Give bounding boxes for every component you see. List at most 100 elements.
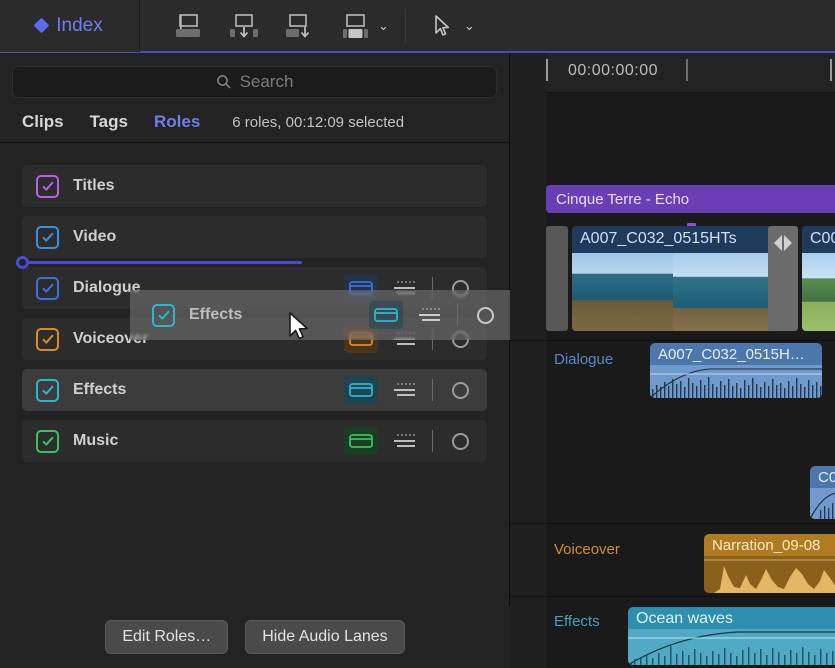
role-controls-music [344, 427, 475, 455]
roles-status-text: 6 roles, 00:12:09 selected [232, 114, 404, 131]
audio-waveform [650, 365, 822, 398]
timeline-area: 00:00:00:00 Cinque Terre - Echo A007_C03… [510, 53, 835, 668]
subroles-icon[interactable] [386, 376, 426, 404]
role-checkbox-effects[interactable] [36, 379, 59, 402]
chevron-down-icon-tool[interactable]: ⌄ [464, 18, 475, 34]
role-label-video: Video [73, 228, 116, 246]
index-label: Index [56, 15, 102, 37]
drop-indicator-line [22, 261, 302, 264]
title-clip-label: Cinque Terre - Echo [556, 191, 689, 208]
timeline-clip-effects[interactable]: Ocean waves [628, 607, 835, 665]
index-footer: Edit Roles… Hide Audio Lanes [0, 606, 510, 668]
ruler-tick [830, 59, 832, 81]
timeline-index-button[interactable]: Index [0, 0, 140, 52]
timeline-video-clip-2[interactable]: C00 [802, 226, 835, 331]
arrow-select-tool-icon[interactable] [422, 7, 462, 45]
role-checkbox-titles[interactable] [36, 175, 59, 198]
role-row-music[interactable]: Music [22, 420, 487, 462]
video-clip-2-label: C00 [802, 226, 835, 248]
ruler-tick [546, 59, 548, 81]
role-drag-ghost: Effects [130, 290, 510, 340]
mouse-cursor [288, 312, 314, 346]
video-clip-left-handle[interactable] [546, 226, 568, 331]
thumbnail [673, 253, 774, 331]
timeline-clip-dialogue-2[interactable]: C0 [810, 466, 835, 519]
diamond-icon [34, 18, 50, 34]
controls-divider [432, 379, 433, 401]
solo-circle-icon[interactable] [445, 376, 475, 404]
audio-lane-icon[interactable] [344, 376, 378, 404]
search-icon [216, 74, 232, 90]
edit-roles-button[interactable]: Edit Roles… [105, 620, 228, 654]
timeline-clip-voiceover[interactable]: Narration_09-08 [704, 534, 835, 593]
search-placeholder: Search [240, 72, 294, 92]
audio-waveform [628, 629, 835, 665]
role-label-titles: Titles [73, 177, 115, 195]
clip-appearance-down-medium-icon[interactable] [280, 7, 320, 45]
ruler-tick [686, 59, 688, 81]
lane-label-voiceover: Voiceover [554, 541, 620, 558]
search-input[interactable]: Search [12, 66, 497, 98]
video-thumbnails [802, 253, 835, 331]
lane-label-dialogue: Dialogue [554, 351, 613, 368]
lane-label-effects: Effects [554, 613, 600, 630]
timeline-clip-dialogue-1[interactable]: A007_C032_0515H… [650, 343, 822, 398]
role-controls-effects [344, 376, 475, 404]
index-tabs: Clips Tags Roles 6 roles, 00:12:09 selec… [0, 106, 509, 143]
clip-appearance-flag-icon[interactable] [168, 7, 208, 45]
effects-clip-label: Ocean waves [628, 607, 835, 628]
role-checkbox-music[interactable] [36, 430, 59, 453]
thumbnail [572, 253, 673, 331]
role-row-effects[interactable]: Effects [22, 369, 487, 411]
clip-appearance-popup-button[interactable]: ⌄ [336, 7, 389, 45]
dialogue-clip-2-label: C0 [810, 466, 835, 486]
video-clip-1-label: A007_C032_0515HTs [572, 226, 774, 248]
subroles-icon [411, 301, 451, 329]
timeline-video-clip-1[interactable]: A007_C032_0515HTs [572, 226, 774, 331]
lane-divider [510, 523, 835, 524]
timecode-display: 00:00:00:00 [568, 62, 658, 80]
toolbar-icon-group: ⌄ ⌄ [168, 7, 475, 45]
timeline-left-gutter [510, 53, 546, 668]
clip-appearance-down-small-icon[interactable] [224, 7, 264, 45]
role-checkbox-voiceover[interactable] [36, 328, 59, 351]
timeline-toolbar: Index [0, 0, 835, 53]
thumbnail [802, 253, 835, 331]
audio-lane-icon [369, 301, 403, 329]
lane-divider [510, 340, 835, 341]
timeline-title-clip[interactable]: Cinque Terre - Echo [546, 185, 835, 213]
drop-indicator-knob [16, 256, 29, 269]
controls-divider [432, 430, 433, 452]
cross-dissolve-icon[interactable] [768, 226, 798, 331]
chevron-down-icon[interactable]: ⌄ [378, 18, 389, 34]
video-thumbnails [572, 253, 774, 331]
hide-audio-lanes-button[interactable]: Hide Audio Lanes [245, 620, 404, 654]
tool-popup-button[interactable]: ⌄ [422, 7, 475, 45]
role-row-titles[interactable]: Titles [22, 165, 487, 207]
audio-lane-icon[interactable] [344, 427, 378, 455]
role-checkbox-video[interactable] [36, 226, 59, 249]
role-row-video[interactable]: Video [22, 216, 487, 258]
solo-circle-icon[interactable] [445, 427, 475, 455]
tab-tags[interactable]: Tags [90, 112, 128, 132]
controls-divider [457, 304, 458, 326]
timeline-index-panel: Search Clips Tags Roles 6 roles, 00:12:0… [0, 53, 510, 668]
role-checkbox-dialogue[interactable] [36, 277, 59, 300]
voiceover-clip-label: Narration_09-08 [704, 534, 835, 554]
subroles-icon[interactable] [386, 427, 426, 455]
timeline-ruler[interactable]: 00:00:00:00 [510, 53, 835, 93]
drag-ghost-label: Effects [189, 306, 242, 324]
lane-divider [510, 596, 835, 597]
drag-ghost-checkbox [152, 304, 175, 327]
dialogue-clip-label: A007_C032_0515H… [650, 343, 822, 363]
tab-clips[interactable]: Clips [22, 112, 64, 132]
solo-circle-icon [470, 301, 500, 329]
role-label-music: Music [73, 432, 118, 450]
clip-appearance-filmstrip-icon[interactable] [336, 7, 376, 45]
search-area: Search [0, 53, 509, 106]
final-cut-pro-window: Index [0, 0, 835, 668]
toolbar-divider [405, 9, 406, 43]
audio-waveform [810, 488, 835, 519]
tab-roles[interactable]: Roles [154, 112, 200, 132]
audio-waveform [704, 556, 835, 593]
